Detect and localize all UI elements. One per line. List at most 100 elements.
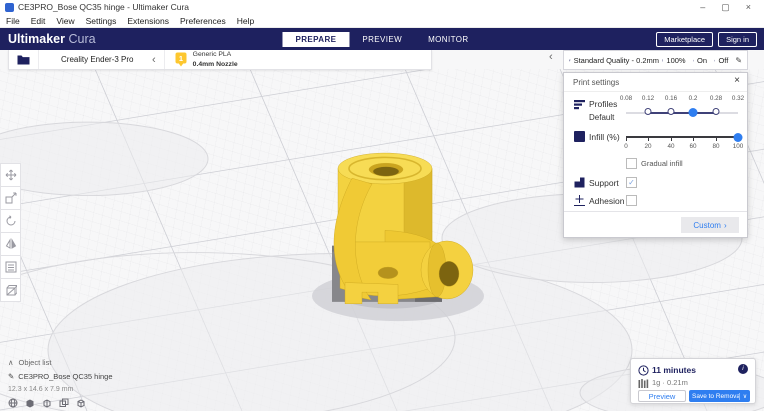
per-model-settings-button[interactable]: [0, 255, 21, 279]
menu-extensions[interactable]: Extensions: [127, 16, 169, 26]
tab-preview[interactable]: PREVIEW: [349, 32, 415, 47]
menu-settings[interactable]: Settings: [86, 16, 117, 26]
rotate-icon: [5, 215, 17, 227]
infill-value: 100%: [666, 56, 685, 65]
model-action-icons: [8, 398, 113, 408]
solid-cube-icon[interactable]: [25, 398, 35, 408]
profile-handle-016[interactable]: [668, 108, 675, 115]
object-list: ∧ Object list ✎ CE3PRO_Bose QC35 hinge 1…: [8, 358, 113, 408]
preview-button[interactable]: Preview: [638, 390, 686, 402]
infill-slider[interactable]: 0 20 40 60 80 100: [622, 129, 742, 153]
print-settings-panel: Print settings × Profiles Default 0.08 0…: [563, 72, 748, 238]
cube-outline-icon[interactable]: [76, 398, 86, 408]
move-tool-button[interactable]: [0, 163, 21, 187]
printer-selection-bar: Creality Ender-3 Pro ‹ 1 Generic PLA 0.4…: [8, 50, 432, 70]
maximize-button[interactable]: ▢: [721, 0, 730, 14]
menu-help[interactable]: Help: [237, 16, 254, 26]
save-to-removable-button[interactable]: Save to Removable ... ∨: [689, 390, 750, 402]
printer-collapse-chevron-icon[interactable]: ‹: [144, 51, 164, 69]
minimize-button[interactable]: –: [700, 0, 705, 14]
object-list-item[interactable]: ✎ CE3PRO_Bose QC35 hinge: [8, 372, 113, 381]
profile-tick-label: 0.16: [665, 95, 677, 102]
infill-handle[interactable]: [734, 133, 743, 142]
menu-view[interactable]: View: [56, 16, 74, 26]
gradual-infill-checkbox[interactable]: [626, 158, 637, 169]
mirror-tool-button[interactable]: [0, 232, 21, 256]
adhesion-icon: [714, 56, 715, 65]
cura-app-icon: [5, 3, 14, 12]
mirror-icon: [5, 238, 17, 250]
adhesion-value: Off: [718, 56, 728, 65]
print-time-estimate: 11 minutes: [652, 365, 696, 375]
clock-icon: [638, 365, 649, 376]
rotate-tool-button[interactable]: [0, 209, 21, 233]
menu-file[interactable]: File: [6, 16, 20, 26]
profile-handle-012[interactable]: [645, 108, 652, 115]
per-model-settings-icon: [5, 261, 17, 273]
material-estimate: 1g · 0.21m: [652, 378, 688, 387]
tab-prepare[interactable]: PREPARE: [282, 32, 349, 47]
filament-usage-icon: [638, 379, 649, 388]
cube-arrow-icon[interactable]: [42, 398, 52, 408]
panel-title: Print settings: [573, 78, 619, 87]
brand-logo: Ultimaker Cura: [8, 32, 96, 46]
print-settings-toolbar[interactable]: Standard Quality - 0.2mm 100% On Off ✎: [563, 50, 748, 70]
profile-slider[interactable]: 0.08 0.12 0.16 0.2 0.28 0.32: [622, 95, 742, 123]
profiles-value: Default: [589, 113, 614, 122]
info-icon[interactable]: i: [738, 364, 748, 374]
close-button[interactable]: ×: [746, 0, 751, 14]
printer-name[interactable]: Creality Ender-3 Pro: [39, 55, 144, 64]
menu-preferences[interactable]: Preferences: [180, 16, 226, 26]
nozzle-size: 0.4mm Nozzle: [193, 61, 238, 68]
tab-monitor[interactable]: MONITOR: [415, 32, 481, 47]
globe-view-icon[interactable]: [8, 398, 18, 408]
chevron-down-icon[interactable]: ∨: [739, 393, 750, 400]
settings-collapse-chevron-icon[interactable]: ‹: [549, 51, 553, 63]
marketplace-button[interactable]: Marketplace: [656, 32, 713, 47]
support-row-icon: [574, 177, 585, 188]
profile-tick-label: 0.08: [620, 95, 632, 102]
infill-tick-label: 40: [667, 143, 674, 150]
scale-tool-button[interactable]: [0, 186, 21, 210]
material-selector[interactable]: 1 Generic PLA 0.4mm Nozzle: [165, 50, 238, 68]
object-list-title: Object list: [19, 358, 52, 367]
layer-profile-icon: [569, 56, 571, 65]
object-list-header[interactable]: ∧ Object list: [8, 358, 113, 367]
active-profile-label: Standard Quality - 0.2mm: [574, 56, 659, 65]
infill-tick-label: 0: [624, 143, 628, 150]
profile-tick-label: 0.28: [710, 95, 722, 102]
infill-tick-label: 80: [712, 143, 719, 150]
infill-tick-label: 20: [644, 143, 651, 150]
window-title: CE3PRO_Bose QC35 hinge - Ultimaker Cura: [18, 2, 189, 12]
profiles-icon: [574, 99, 585, 110]
custom-settings-button[interactable]: Custom›: [681, 217, 739, 233]
menu-bar: File Edit View Settings Extensions Prefe…: [0, 14, 764, 28]
save-button-label: Save to Removable ...: [689, 393, 739, 400]
profile-tick-label: 0.2: [689, 95, 698, 102]
model-dimensions: 12.3 x 14.6 x 7.9 mm: [8, 386, 113, 393]
profile-handle-selected[interactable]: [689, 108, 698, 117]
infill-tick-label: 100: [733, 143, 744, 150]
profile-tick-label: 0.32: [732, 95, 744, 102]
left-toolbar: [0, 164, 21, 302]
gradual-infill-label: Gradual infill: [641, 159, 683, 168]
sign-in-button[interactable]: Sign in: [718, 32, 757, 47]
support-label: Support: [589, 178, 619, 188]
adhesion-label: Adhesion: [589, 196, 624, 206]
infill-square-icon: [574, 131, 585, 142]
support-checkbox[interactable]: ✓: [626, 177, 637, 188]
folder-icon: [17, 54, 30, 65]
open-file-button[interactable]: [9, 50, 39, 69]
app-header: Ultimaker Cura PREPARE PREVIEW MONITOR M…: [0, 28, 764, 50]
panel-close-icon[interactable]: ×: [734, 75, 740, 86]
move-icon: [5, 169, 17, 181]
edit-settings-icon[interactable]: ✎: [735, 56, 742, 65]
material-name: Generic PLA: [193, 51, 232, 58]
adhesion-checkbox[interactable]: [626, 195, 637, 206]
profile-handle-028[interactable]: [713, 108, 720, 115]
duplicate-cube-icon[interactable]: [59, 398, 69, 408]
support-blocker-button[interactable]: [0, 278, 21, 302]
menu-edit[interactable]: Edit: [31, 16, 46, 26]
support-blocker-icon: [5, 284, 17, 296]
infill-icon: [662, 56, 663, 65]
